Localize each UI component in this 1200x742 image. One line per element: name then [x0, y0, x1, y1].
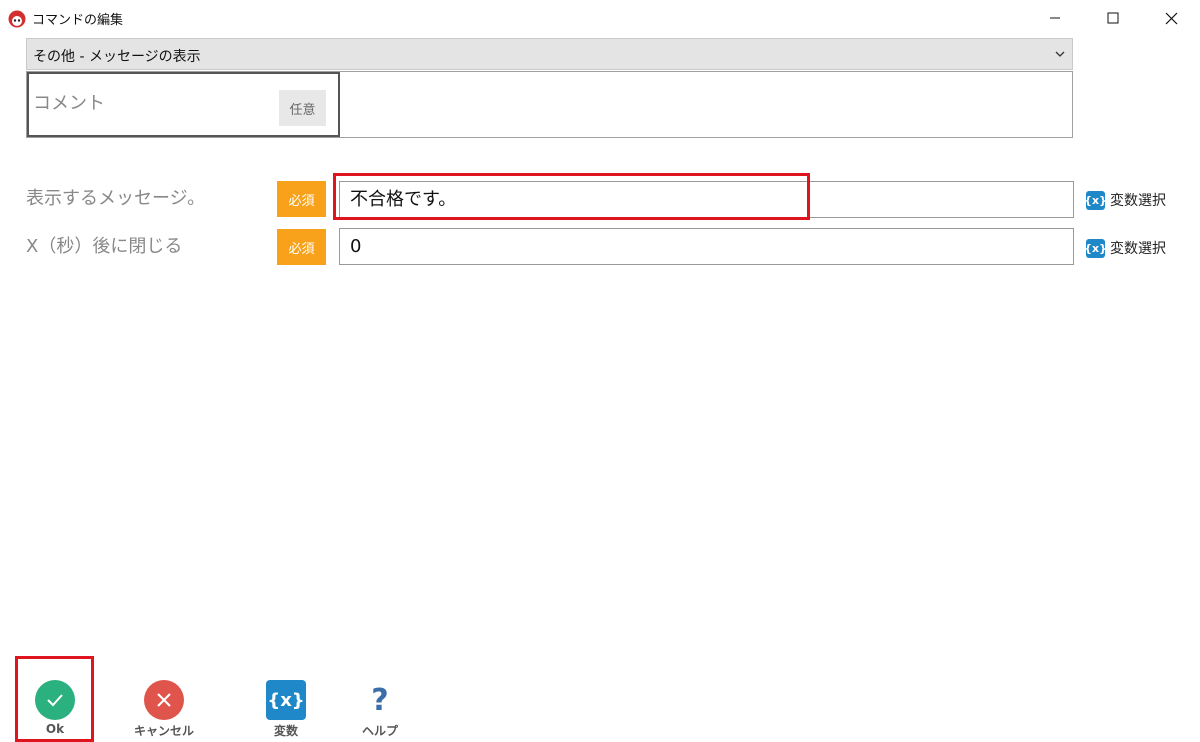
close-after-input[interactable]: 0 — [339, 228, 1074, 265]
comment-label-box: コメント 任意 — [27, 72, 340, 137]
command-type-select[interactable]: その他 - メッセージの表示 — [26, 38, 1073, 70]
title-bar: コマンドの編集 — [0, 0, 1200, 36]
message-highlight-box — [333, 173, 810, 220]
close-circle-icon — [144, 680, 184, 720]
close-icon — [1165, 12, 1177, 24]
variables-button[interactable]: {x} 変数 — [251, 680, 321, 740]
window-title: コマンドの編集 — [32, 13, 124, 28]
ok-label: Ok — [45, 722, 65, 736]
close-after-label: X（秒）後に閉じる — [26, 236, 183, 257]
variable-icon: {x} — [1084, 238, 1107, 258]
ok-button[interactable]: Ok — [20, 680, 90, 740]
variables-label: 変数 — [273, 724, 298, 738]
app-logo-icon — [8, 10, 26, 28]
help-label: ヘルプ — [361, 724, 398, 738]
variable-select-label: 変数選択 — [1110, 241, 1166, 257]
cancel-label: キャンセル — [133, 724, 194, 738]
variable-icon: {x} — [1084, 190, 1107, 210]
minimize-icon — [1050, 17, 1060, 19]
comment-input[interactable] — [341, 72, 1072, 137]
variable-select-label: 変数選択 — [1110, 193, 1166, 209]
check-icon — [35, 680, 75, 720]
help-button[interactable]: ? ヘルプ — [345, 680, 415, 740]
message-label: 表示するメッセージ。 — [26, 188, 206, 209]
cancel-button[interactable]: キャンセル — [129, 680, 199, 740]
close-button[interactable] — [1142, 0, 1200, 36]
command-type-value: その他 - メッセージの表示 — [33, 49, 201, 65]
maximize-button[interactable] — [1084, 0, 1142, 36]
chevron-down-icon — [1055, 51, 1065, 57]
optional-badge: 任意 — [279, 90, 326, 126]
close-after-variable-select-link[interactable]: {x} 変数選択 — [1084, 238, 1166, 258]
maximize-icon — [1107, 12, 1119, 24]
minimize-button[interactable] — [1026, 0, 1084, 36]
required-badge: 必須 — [277, 229, 326, 265]
variable-icon: {x} — [266, 680, 306, 720]
message-variable-select-link[interactable]: {x} 変数選択 — [1084, 190, 1166, 210]
comment-label: コメント — [33, 93, 105, 114]
help-icon: ? — [360, 680, 400, 720]
required-badge: 必須 — [277, 181, 326, 217]
comment-row: コメント 任意 — [26, 71, 1073, 138]
